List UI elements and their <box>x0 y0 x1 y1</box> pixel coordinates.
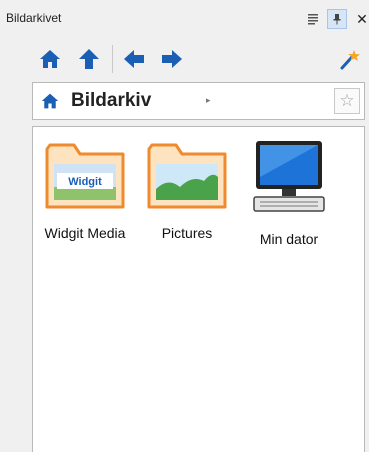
folder-item-pictures[interactable]: Pictures <box>139 137 235 267</box>
svg-text:Widgit: Widgit <box>68 176 102 188</box>
folder-widgit-icon: Widgit <box>45 143 125 209</box>
magic-wand-icon[interactable] <box>339 48 361 70</box>
folder-label: Widgit Media <box>44 225 126 241</box>
breadcrumb: Bildarkiv ▸ ☆ <box>32 82 365 120</box>
archive-content: Widgit Widgit Media Pictures Min dator <box>32 126 365 452</box>
forward-arrow-icon[interactable] <box>161 48 183 70</box>
list-view-icon[interactable] <box>303 9 323 29</box>
navigation-toolbar <box>0 40 369 78</box>
home-icon[interactable] <box>39 48 61 70</box>
title-bar: Bildarkivet ✕ <box>0 0 369 38</box>
computer-icon <box>253 141 325 212</box>
folder-label: Min dator <box>259 231 319 247</box>
close-button[interactable]: ✕ <box>352 9 369 29</box>
up-arrow-icon[interactable] <box>78 48 100 70</box>
window-title: Bildarkivet <box>6 11 62 25</box>
folder-pictures-icon <box>147 143 227 209</box>
breadcrumb-label[interactable]: Bildarkiv <box>71 90 151 112</box>
folder-item-min-dator[interactable]: Min dator <box>241 137 337 267</box>
pin-icon[interactable] <box>327 9 347 29</box>
folder-label: Pictures <box>161 225 213 241</box>
back-arrow-icon[interactable] <box>123 48 145 70</box>
favorite-star-button[interactable]: ☆ <box>334 88 360 114</box>
breadcrumb-arrow-icon[interactable]: ▸ <box>206 95 211 106</box>
image-archive-panel: Bildarkivet ✕ Bildarkiv ▸ ☆ Widgit Widgi… <box>0 0 369 452</box>
breadcrumb-home-icon[interactable] <box>41 92 59 110</box>
folder-item-widgit-media[interactable]: Widgit Widgit Media <box>37 137 133 267</box>
toolbar-separator <box>112 45 113 73</box>
